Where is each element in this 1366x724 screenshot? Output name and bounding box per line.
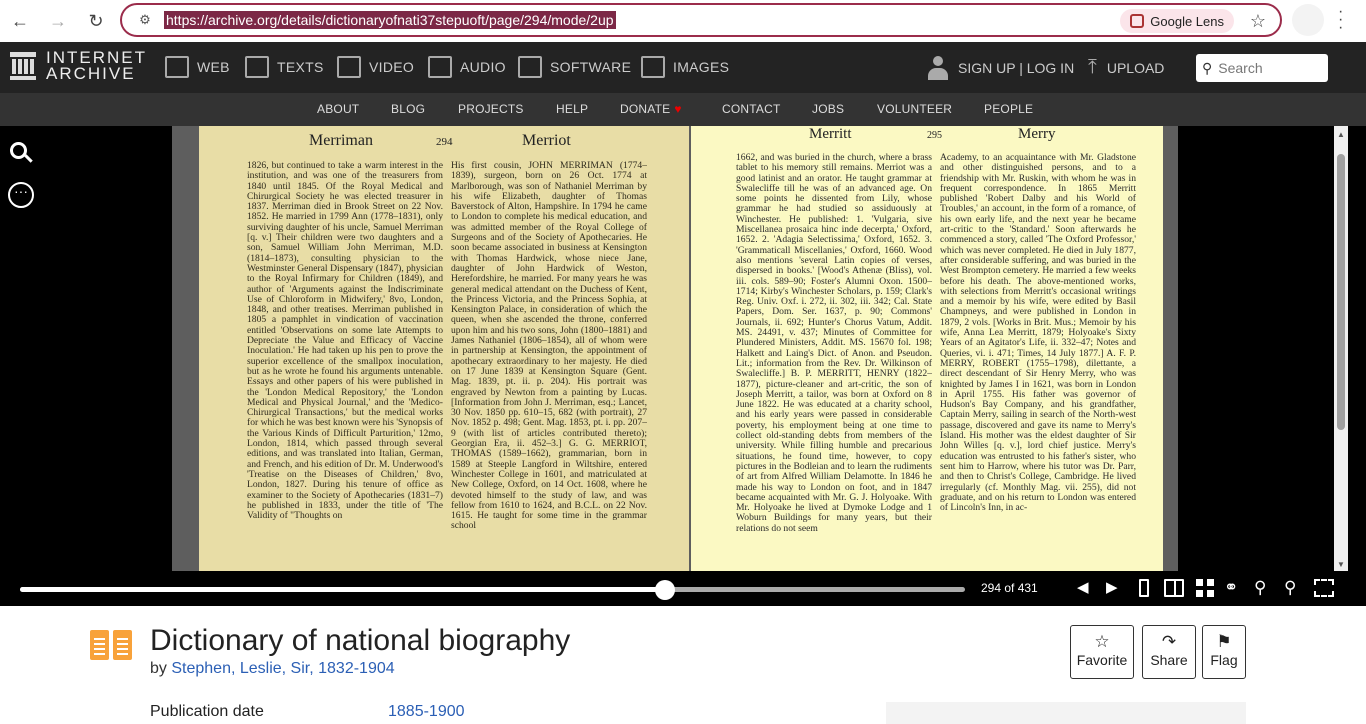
forward-icon[interactable]: →: [40, 3, 76, 39]
nav-images[interactable]: IMAGES: [641, 56, 729, 78]
right-page[interactable]: Merritt 295 Merry 1662, and was buried i…: [691, 126, 1163, 571]
slider-handle[interactable]: [655, 580, 676, 600]
nav-texts[interactable]: TEXTS: [245, 56, 324, 78]
subnav-projects[interactable]: PROJECTS: [458, 102, 524, 116]
item-details: Dictionary of national biography by Step…: [0, 606, 1366, 724]
search-icon[interactable]: [10, 142, 34, 166]
item-title: Dictionary of national biography: [150, 624, 571, 657]
star-icon[interactable]: ☆: [1250, 11, 1266, 32]
author-link[interactable]: Stephen, Leslie, Sir, 1832-1904: [171, 660, 394, 677]
page-column: 1826, but continued to take a warm inter…: [247, 161, 443, 522]
web-icon: [165, 56, 189, 78]
page-scrollbar[interactable]: ▲ ▼: [1334, 126, 1348, 571]
favorite-button[interactable]: ☆ Favorite: [1070, 625, 1134, 679]
heart-icon: ♥: [674, 102, 682, 116]
nav-audio[interactable]: AUDIO: [428, 56, 506, 78]
archive-logo-icon: [10, 52, 36, 80]
subnav-help[interactable]: HELP: [556, 102, 588, 116]
signin-link[interactable]: SIGN UP | LOG IN: [928, 56, 1074, 80]
ia-top-nav: INTERNET ARCHIVE WEB TEXTS VIDEO AUDIO SO…: [0, 42, 1366, 93]
nav-video[interactable]: VIDEO: [337, 56, 414, 78]
reload-icon[interactable]: ↻: [78, 3, 114, 39]
search-input[interactable]: ⚲ Search: [1196, 54, 1328, 82]
page-column: His first cousin, JOHN MERRIMAN (1774–18…: [451, 161, 647, 532]
images-icon: [641, 56, 665, 78]
texts-icon: [245, 56, 269, 78]
user-icon: [928, 56, 948, 80]
subnav-contact[interactable]: CONTACT: [722, 102, 781, 116]
prev-page-icon[interactable]: ◀: [1077, 579, 1089, 597]
page-slider[interactable]: [20, 580, 965, 600]
next-page-icon[interactable]: ▶: [1106, 579, 1118, 597]
subnav-donate[interactable]: DONATE ♥: [620, 102, 682, 116]
item-byline: by Stephen, Leslie, Sir, 1832-1904: [150, 660, 395, 677]
share-button[interactable]: ↷ Share: [1142, 625, 1196, 679]
scrollbar-thumb[interactable]: [1337, 154, 1345, 430]
publication-date-label: Publication date: [150, 703, 264, 720]
url-text[interactable]: https://archive.org/details/dictionaryof…: [164, 11, 616, 29]
zoom-out-icon[interactable]: ⚲: [1254, 579, 1266, 597]
ia-sub-nav: ABOUT BLOG PROJECTS HELP DONATE ♥ CONTACT…: [0, 93, 1366, 126]
page-column: Academy, to an acquaintance with Mr. Gla…: [940, 153, 1136, 514]
page-column: 1662, and was buried in the church, wher…: [736, 153, 932, 534]
fullscreen-icon[interactable]: [1314, 579, 1334, 597]
flag-button[interactable]: ⚑ Flag: [1202, 625, 1246, 679]
google-lens-button[interactable]: Google Lens: [1120, 9, 1234, 33]
publication-date-link[interactable]: 1885-1900: [388, 703, 465, 721]
back-icon[interactable]: ←: [2, 3, 38, 39]
ia-logo[interactable]: INTERNET ARCHIVE: [10, 49, 147, 82]
upload-link[interactable]: ⤒ UPLOAD: [1088, 56, 1164, 79]
reader-controls: 294 of 431 ◀ ▶ ⚭ ⚲ ⚲: [0, 571, 1366, 606]
video-icon: [337, 56, 361, 78]
left-page[interactable]: Merriman 294 Merriot 1826, but continued…: [199, 126, 689, 571]
gallery-icon[interactable]: [1196, 579, 1214, 597]
scroll-up-icon[interactable]: ▲: [1337, 130, 1345, 139]
subnav-blog[interactable]: BLOG: [391, 102, 425, 116]
zoom-in-icon[interactable]: ⚲: [1284, 579, 1296, 597]
nav-software[interactable]: SOFTWARE: [518, 56, 631, 78]
browser-chrome: ← → ↻ ⚙ https://archive.org/details/dict…: [0, 0, 1366, 42]
book-icon: [90, 630, 132, 662]
nav-web[interactable]: WEB: [165, 56, 230, 78]
address-bar[interactable]: ⚙ https://archive.org/details/dictionary…: [120, 3, 1282, 37]
audio-icon: [428, 56, 452, 78]
read-aloud-icon[interactable]: ⚭: [1224, 579, 1238, 597]
browser-menu-icon[interactable]: · · ·: [1338, 4, 1343, 36]
subnav-people[interactable]: PEOPLE: [984, 102, 1033, 116]
subnav-jobs[interactable]: JOBS: [812, 102, 844, 116]
upload-icon: ⤒: [1088, 56, 1097, 78]
page-count: 294 of 431: [981, 581, 1038, 595]
search-icon: ⚲: [1202, 59, 1213, 76]
subnav-about[interactable]: ABOUT: [317, 102, 359, 116]
metadata-panel: [886, 702, 1246, 724]
subnav-volunteer[interactable]: VOLUNTEER: [877, 102, 952, 116]
more-icon[interactable]: ···: [8, 182, 34, 208]
profile-avatar[interactable]: [1292, 4, 1324, 36]
tune-icon[interactable]: ⚙: [132, 10, 158, 30]
software-icon: [518, 56, 542, 78]
two-page-icon[interactable]: [1164, 579, 1184, 597]
share-icon: ↷: [1161, 632, 1177, 651]
favorite-icon: ☆: [1094, 632, 1110, 651]
flag-icon: ⚑: [1216, 632, 1232, 651]
scroll-down-icon[interactable]: ▼: [1337, 560, 1345, 569]
lens-icon: [1130, 14, 1145, 28]
slider-fill: [20, 587, 666, 592]
single-page-icon[interactable]: [1139, 579, 1149, 597]
